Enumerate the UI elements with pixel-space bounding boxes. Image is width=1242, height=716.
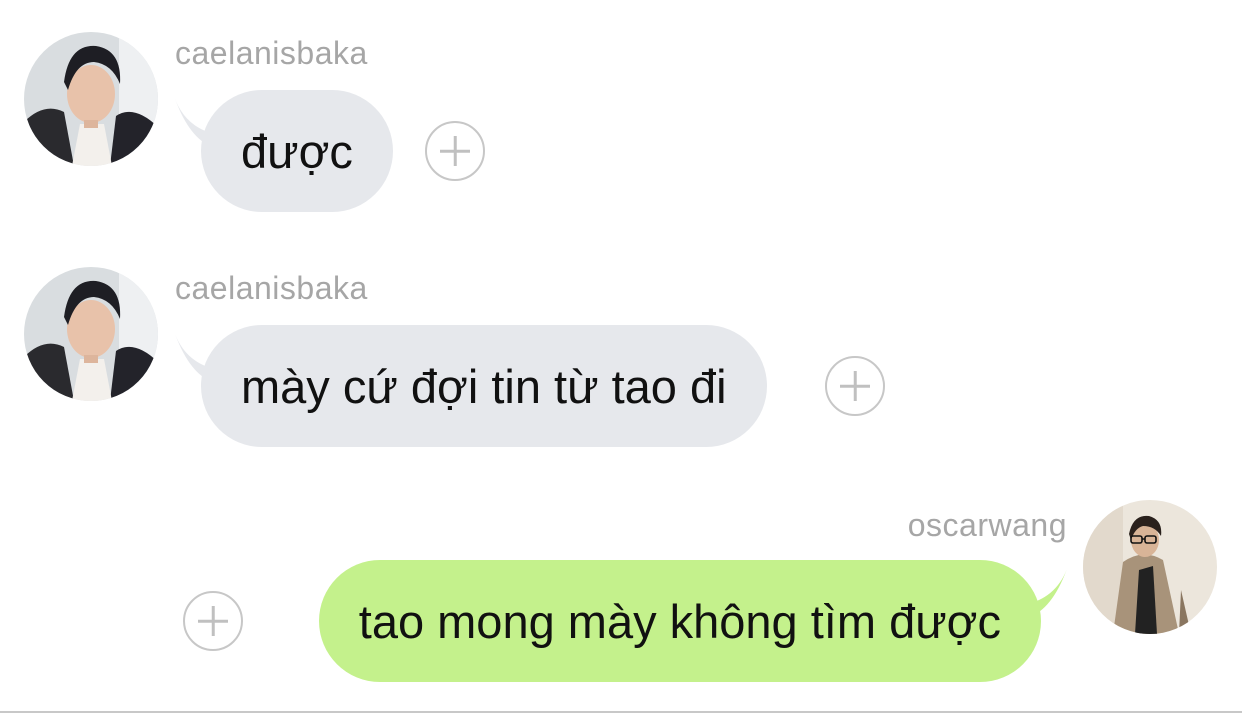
add-reaction-icon[interactable] <box>425 121 485 181</box>
sender-avatar[interactable] <box>24 267 158 401</box>
user-avatar[interactable] <box>1083 500 1217 634</box>
add-reaction-icon[interactable] <box>183 591 243 651</box>
sender-username: caelanisbaka <box>175 35 368 71</box>
message-bubble[interactable]: mày cứ đợi tin từ tao đi <box>201 325 767 447</box>
chat-thread: caelanisbaka được caelanisbaka mày cứ đợ… <box>0 0 1242 716</box>
sender-username: oscarwang <box>907 507 1067 543</box>
user-avatar-dark-jacket-icon <box>24 267 158 401</box>
divider <box>0 711 1242 713</box>
user-avatar-dark-jacket-icon <box>24 32 158 166</box>
add-reaction-icon[interactable] <box>825 356 885 416</box>
message-bubble[interactable]: tao mong mày không tìm được <box>318 560 1041 682</box>
user-avatar-glasses-coat-icon <box>1083 500 1217 634</box>
sender-avatar[interactable] <box>24 32 158 166</box>
message-bubble[interactable]: được <box>201 90 393 212</box>
sender-username: caelanisbaka <box>175 270 368 306</box>
